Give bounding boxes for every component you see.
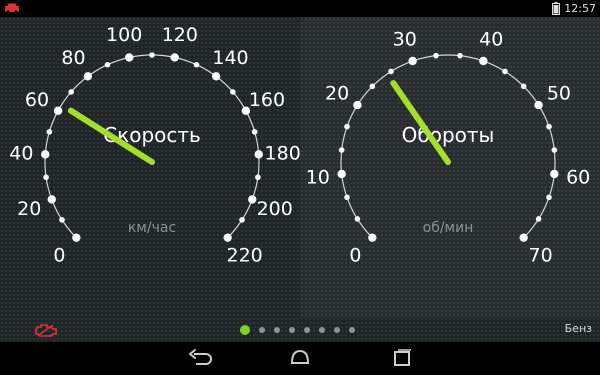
minor-tick	[551, 147, 558, 153]
major-tick	[72, 233, 81, 242]
page-dot[interactable]	[240, 325, 250, 335]
page-dot[interactable]	[304, 327, 310, 333]
nav-bar	[0, 342, 600, 375]
tick-label: 60	[25, 89, 49, 111]
tick-label: 200	[257, 198, 293, 220]
status-time: 12:57	[564, 2, 596, 15]
minor-tick	[344, 123, 350, 130]
tick-label: 50	[547, 82, 571, 104]
tachometer[interactable]: 0 10 20 30 40 50 60 70 Обороты об/мин	[306, 28, 591, 266]
minor-tick	[104, 61, 111, 68]
major-tick	[337, 169, 346, 179]
back-icon[interactable]	[186, 348, 214, 368]
major-tick	[254, 150, 263, 159]
status-right: 12:57	[552, 0, 596, 17]
minor-tick	[388, 68, 394, 75]
major-tick	[83, 72, 93, 81]
minor-tick	[230, 89, 236, 95]
tick-label: 20	[17, 198, 41, 220]
tick-label: 60	[566, 167, 590, 189]
minor-tick	[43, 174, 49, 181]
major-tick	[125, 53, 134, 62]
minor-tick	[338, 147, 345, 153]
tick-label: 30	[393, 28, 417, 50]
page-dot[interactable]	[289, 327, 295, 333]
dashboard[interactable]: 0 20 40 60 80 100 120 140 160 180 200 220 Скорость …	[0, 17, 600, 342]
minor-tick	[457, 52, 463, 59]
minor-tick	[354, 216, 361, 222]
major-tick	[47, 195, 56, 204]
tick-label: 40	[9, 143, 33, 165]
minor-tick	[433, 52, 439, 59]
page-indicator[interactable]	[240, 325, 355, 335]
minor-tick	[193, 61, 200, 68]
tick-label: 160	[249, 89, 285, 111]
tick-label: 20	[325, 82, 349, 104]
major-tick	[519, 233, 528, 242]
major-tick	[41, 150, 50, 159]
tick-label: 120	[162, 24, 198, 46]
minor-tick	[502, 68, 508, 75]
page-dot[interactable]	[319, 327, 325, 333]
major-tick	[368, 233, 377, 242]
major-tick	[550, 169, 559, 179]
tick-label: 10	[306, 167, 330, 189]
major-tick	[408, 56, 417, 66]
minor-tick	[546, 194, 552, 201]
minor-tick	[520, 83, 527, 90]
page-dot[interactable]	[334, 327, 340, 333]
speedometer[interactable]: 020406080100 120140160180200220 Скорость …	[9, 24, 301, 267]
major-tick	[353, 100, 362, 110]
page-dot[interactable]	[259, 327, 265, 333]
minor-tick	[46, 129, 53, 135]
minor-tick	[239, 217, 245, 223]
tick-label: 100	[106, 24, 142, 46]
page-dot[interactable]	[274, 327, 280, 333]
major-tick	[248, 195, 257, 204]
tick-label: 80	[61, 47, 85, 69]
tick-label: 140	[212, 47, 248, 69]
battery-icon	[552, 2, 561, 15]
major-tick	[211, 72, 221, 81]
status-bar: 12:57	[0, 0, 600, 17]
minor-tick	[59, 217, 65, 223]
tachometer-unit: об/мин	[423, 220, 474, 236]
speedometer-unit: км/час	[128, 220, 176, 236]
gauges: 020406080100 120140160180200220 Скорость …	[9, 24, 591, 267]
minor-tick	[369, 83, 376, 90]
major-tick	[223, 233, 232, 242]
minor-tick	[255, 174, 261, 181]
page-dot[interactable]	[349, 327, 355, 333]
major-tick	[479, 56, 488, 66]
major-tick	[170, 53, 179, 62]
recent-apps-icon[interactable]	[388, 348, 416, 368]
tick-label: 0	[53, 245, 65, 267]
tick-label: 0	[349, 245, 361, 267]
home-icon[interactable]	[286, 348, 314, 368]
minor-tick	[68, 89, 74, 95]
tick-label: 220	[226, 245, 262, 267]
car-alert-icon	[5, 3, 19, 14]
bottom-strip: Бенз	[0, 318, 600, 342]
minor-tick	[535, 216, 542, 222]
minor-tick	[149, 52, 155, 58]
tick-label: 180	[265, 143, 301, 165]
minor-tick	[344, 194, 350, 201]
minor-tick	[546, 123, 552, 130]
fuel-label: Бенз	[564, 322, 592, 335]
engine-warning-icon[interactable]	[34, 323, 58, 337]
tick-label: 70	[529, 245, 553, 267]
tick-label: 40	[479, 28, 503, 50]
tachometer-title: Обороты	[402, 123, 495, 147]
minor-tick	[251, 129, 258, 135]
major-tick	[53, 106, 63, 115]
major-tick	[534, 100, 543, 110]
